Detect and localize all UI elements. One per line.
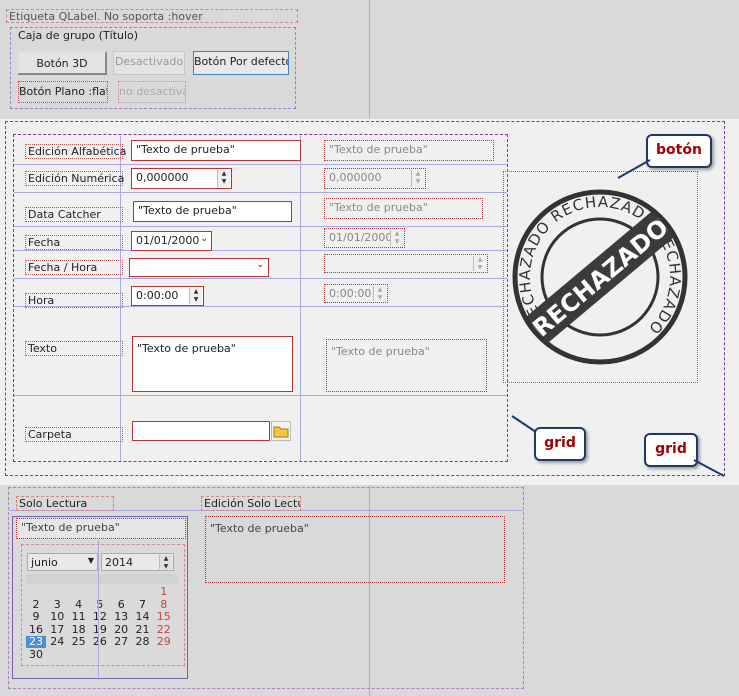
calendar-day[interactable]: 17 — [47, 623, 67, 636]
calendar-day[interactable]: 18 — [69, 623, 89, 636]
calendar-day[interactable]: 21 — [133, 623, 153, 636]
calendar-day[interactable]: 4 — [69, 598, 89, 611]
readonly-text-area[interactable]: "Texto de prueba" — [205, 516, 505, 583]
calendar-month: junio — [31, 556, 58, 569]
calendar-day[interactable]: 13 — [111, 611, 131, 623]
calendar-day[interactable]: 19 — [90, 623, 110, 636]
calendar-day[interactable]: 16 — [26, 623, 46, 636]
calendar-day[interactable]: 10 — [47, 611, 67, 623]
calendar-day[interactable]: 2 — [26, 598, 46, 611]
calendar-day[interactable]: 23 — [26, 636, 46, 648]
calendar-day[interactable]: 27 — [111, 636, 131, 648]
calendar-day[interactable]: 3 — [47, 598, 67, 611]
calendar-day[interactable]: 6 — [111, 598, 131, 611]
calendar-day[interactable]: 11 — [69, 611, 89, 623]
calendar-day[interactable]: 20 — [111, 623, 131, 636]
readonly-input[interactable]: "Texto de prueba" — [16, 518, 186, 539]
calendar-day[interactable]: 26 — [90, 636, 110, 648]
calendar-day[interactable]: 29 — [154, 636, 174, 648]
readonly-edit-label: Edición Solo Lectur — [201, 496, 301, 511]
calendar-month-select[interactable]: junio ▼ — [27, 553, 98, 571]
chevron-down-icon[interactable]: ▼ — [88, 556, 94, 565]
calendar-year: 2014 — [105, 556, 133, 569]
calendar-day[interactable]: 7 — [133, 598, 153, 611]
calendar-weekday-header — [26, 574, 178, 584]
calendar-day[interactable]: 5 — [90, 598, 110, 611]
calendar-day[interactable]: 30 — [26, 648, 46, 661]
calendar-day[interactable]: 12 — [90, 611, 110, 623]
guide-line — [98, 540, 99, 680]
calendar-day[interactable]: 22 — [154, 623, 174, 636]
calendar-day[interactable]: 28 — [133, 636, 153, 648]
calendar-day[interactable]: 1 — [154, 586, 174, 598]
calendar-day[interactable]: 24 — [47, 636, 67, 648]
readonly-label: Solo Lectura — [16, 496, 114, 511]
calendar-year-spin[interactable]: 2014 ▲ ▼ — [101, 553, 174, 571]
year-spin-icon[interactable]: ▲ ▼ — [159, 555, 172, 570]
calendar-day[interactable]: 9 — [26, 611, 46, 623]
calendar-day[interactable]: 15 — [154, 611, 174, 623]
calendar-grid: 1 2 3 4 5 6 7 8 9 10 11 12 13 14 15 16 17 18 19 20 21 22 23 24 2… — [26, 586, 178, 662]
calendar-day[interactable]: 14 — [133, 611, 153, 623]
calendar-day[interactable]: 8 — [154, 598, 174, 611]
calendar-day[interactable]: 25 — [69, 636, 89, 648]
